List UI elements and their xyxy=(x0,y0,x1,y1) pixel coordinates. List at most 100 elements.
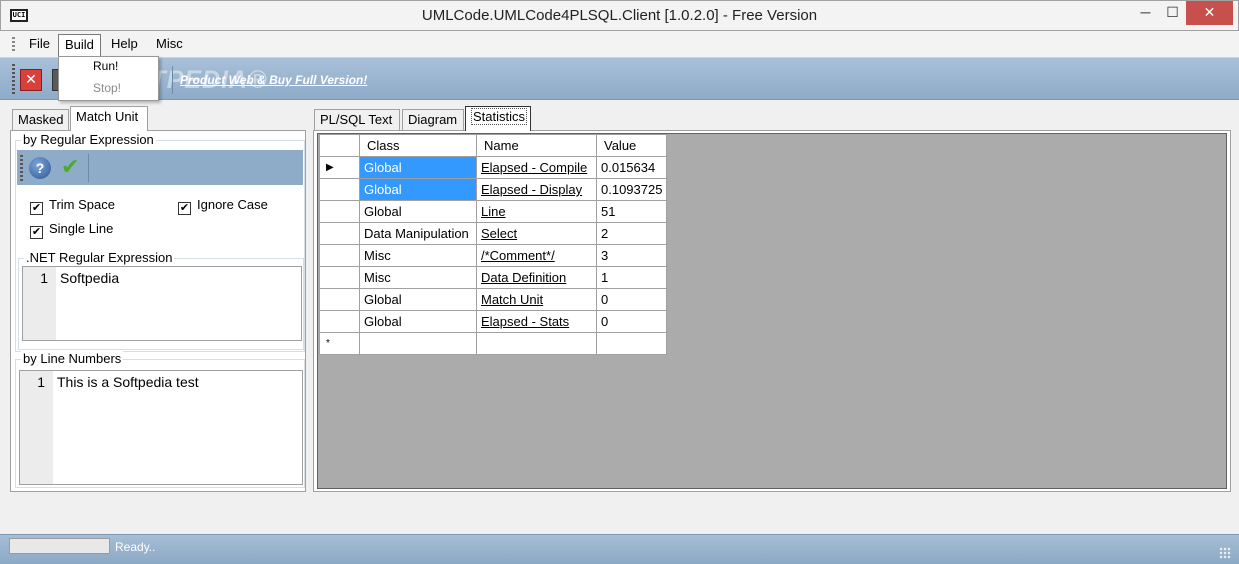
cell-value[interactable]: 0 xyxy=(595,310,668,333)
cell-value[interactable]: 3 xyxy=(595,244,668,267)
cell-name[interactable]: Elapsed - Compile xyxy=(476,156,597,179)
table-row[interactable]: ▶ Global Elapsed - Compile 0.015634 xyxy=(319,156,668,179)
title-bar: UCI UMLCode.UMLCode4PLSQL.Client [1.0.2.… xyxy=(0,0,1239,31)
table-row[interactable]: Misc /*Comment*/ 3 xyxy=(319,244,668,267)
cell-class[interactable]: Global xyxy=(359,288,477,311)
row-header[interactable] xyxy=(319,200,360,223)
table-row[interactable]: Data Manipulation Select 2 xyxy=(319,222,668,245)
menu-item-stop: Stop! xyxy=(93,81,122,95)
column-header-name[interactable]: Name xyxy=(476,134,597,157)
current-row-indicator[interactable]: ▶ xyxy=(319,156,360,179)
column-header-class[interactable]: Class xyxy=(359,134,477,157)
cell-class[interactable]: Misc xyxy=(359,266,477,289)
menu-build[interactable]: Build xyxy=(58,34,101,56)
line-numbers-editor[interactable]: 1 This is a Softpedia test xyxy=(19,370,303,485)
row-header-corner[interactable] xyxy=(319,134,360,157)
status-bar: Ready.. xyxy=(0,534,1239,564)
statistics-grid: Class Name Value ▶ Global Elapsed - Comp… xyxy=(319,134,668,355)
cell-name[interactable]: Data Definition xyxy=(476,266,597,289)
help-icon[interactable]: ? xyxy=(29,157,51,179)
minimize-button[interactable]: ─ xyxy=(1132,1,1159,25)
cell-name-link[interactable]: Elapsed - Display xyxy=(481,182,582,197)
menu-item-run[interactable]: Run! xyxy=(93,59,118,73)
line-numbers-editor-text[interactable]: This is a Softpedia test xyxy=(57,374,199,390)
tab-masked[interactable]: Masked xyxy=(12,109,69,131)
line-number: 1 xyxy=(37,374,45,390)
line-number-gutter: 1 xyxy=(20,371,53,484)
close-icon[interactable]: ✕ xyxy=(20,69,42,91)
tab-diagram[interactable]: Diagram xyxy=(402,109,464,131)
cell-value[interactable]: 1 xyxy=(595,266,668,289)
cell-class[interactable]: Global xyxy=(359,178,477,201)
cell-class[interactable]: Global xyxy=(359,200,477,223)
cell-class[interactable]: Misc xyxy=(359,244,477,267)
regex-toolbar: ? ✔ xyxy=(17,150,303,185)
grid-header-row: Class Name Value xyxy=(319,134,668,157)
ignore-case-box[interactable]: ✔ xyxy=(178,202,191,215)
cell-name[interactable]: Elapsed - Stats xyxy=(476,310,597,333)
cell-name[interactable]: Line xyxy=(476,200,597,223)
menu-misc[interactable]: Misc xyxy=(150,34,189,56)
regex-editor-text[interactable]: Softpedia xyxy=(60,270,119,286)
tab-plsql-text[interactable]: PL/SQL Text xyxy=(314,109,400,131)
column-header-value[interactable]: Value xyxy=(595,134,668,157)
row-header[interactable] xyxy=(319,288,360,311)
regex-editor[interactable]: 1 Softpedia xyxy=(22,266,302,341)
cell-value[interactable]: 51 xyxy=(595,200,668,223)
checkmark-icon[interactable]: ✔ xyxy=(61,154,79,180)
cell-value[interactable]: 0 xyxy=(595,288,668,311)
cell-value[interactable] xyxy=(595,332,668,355)
row-header[interactable] xyxy=(319,310,360,333)
line-number-gutter: 1 xyxy=(23,267,56,340)
build-dropdown-menu: Run! Stop! xyxy=(58,56,159,101)
cell-name-link[interactable]: /*Comment*/ xyxy=(481,248,555,263)
net-regex-legend: .NET Regular Expression xyxy=(24,250,175,265)
cell-name-link[interactable]: Line xyxy=(481,204,506,219)
maximize-button[interactable]: ☐ xyxy=(1159,1,1186,25)
cell-name-link[interactable]: Elapsed - Stats xyxy=(481,314,569,329)
cell-name-link[interactable]: Match Unit xyxy=(481,292,543,307)
single-line-checkbox[interactable]: ✔ Single Line xyxy=(30,221,113,239)
cell-name-link[interactable]: Select xyxy=(481,226,517,241)
product-web-link[interactable]: Product Web & Buy Full Version! xyxy=(180,73,367,87)
trim-space-checkbox[interactable]: ✔ Trim Space xyxy=(30,197,115,215)
cell-name-link[interactable]: Elapsed - Compile xyxy=(481,160,587,175)
regex-group-legend: by Regular Expression xyxy=(21,132,156,147)
cell-class[interactable]: Data Manipulation xyxy=(359,222,477,245)
cell-class[interactable]: Global xyxy=(359,156,477,179)
tab-statistics[interactable]: Statistics xyxy=(465,106,531,131)
row-header[interactable] xyxy=(319,266,360,289)
row-header[interactable] xyxy=(319,222,360,245)
new-row-indicator[interactable]: * xyxy=(319,332,360,355)
progress-bar xyxy=(9,538,110,554)
cell-class[interactable]: Global xyxy=(359,310,477,333)
cell-name-link[interactable]: Data Definition xyxy=(481,270,566,285)
trim-space-box[interactable]: ✔ xyxy=(30,202,43,215)
ignore-case-checkbox[interactable]: ✔ Ignore Case xyxy=(178,197,268,215)
cell-name[interactable]: /*Comment*/ xyxy=(476,244,597,267)
table-row[interactable]: Global Match Unit 0 xyxy=(319,288,668,311)
table-row[interactable]: Misc Data Definition 1 xyxy=(319,266,668,289)
menu-help[interactable]: Help xyxy=(105,34,144,56)
cell-name[interactable] xyxy=(476,332,597,355)
cell-value[interactable]: 0.015634 xyxy=(595,156,668,179)
row-header[interactable] xyxy=(319,178,360,201)
menu-file[interactable]: File xyxy=(23,34,56,56)
cell-name[interactable]: Select xyxy=(476,222,597,245)
cell-class[interactable] xyxy=(359,332,477,355)
cell-name[interactable]: Match Unit xyxy=(476,288,597,311)
cell-value[interactable]: 2 xyxy=(595,222,668,245)
resize-grip-icon[interactable] xyxy=(1219,547,1231,559)
row-header[interactable] xyxy=(319,244,360,267)
new-row[interactable]: * xyxy=(319,332,668,355)
single-line-box[interactable]: ✔ xyxy=(30,226,43,239)
table-row[interactable]: Global Elapsed - Stats 0 xyxy=(319,310,668,333)
table-row[interactable]: Global Elapsed - Display 0.1093725 xyxy=(319,178,668,201)
table-row[interactable]: Global Line 51 xyxy=(319,200,668,223)
cell-value[interactable]: 0.1093725 xyxy=(595,178,668,201)
window-title: UMLCode.UMLCode4PLSQL.Client [1.0.2.0] -… xyxy=(421,7,818,24)
tab-match-unit[interactable]: Match Unit xyxy=(70,106,148,131)
cell-name[interactable]: Elapsed - Display xyxy=(476,178,597,201)
close-window-button[interactable]: ✕ xyxy=(1186,1,1233,25)
left-panel: Masked Match Unit by Regular Expression … xyxy=(8,104,307,492)
